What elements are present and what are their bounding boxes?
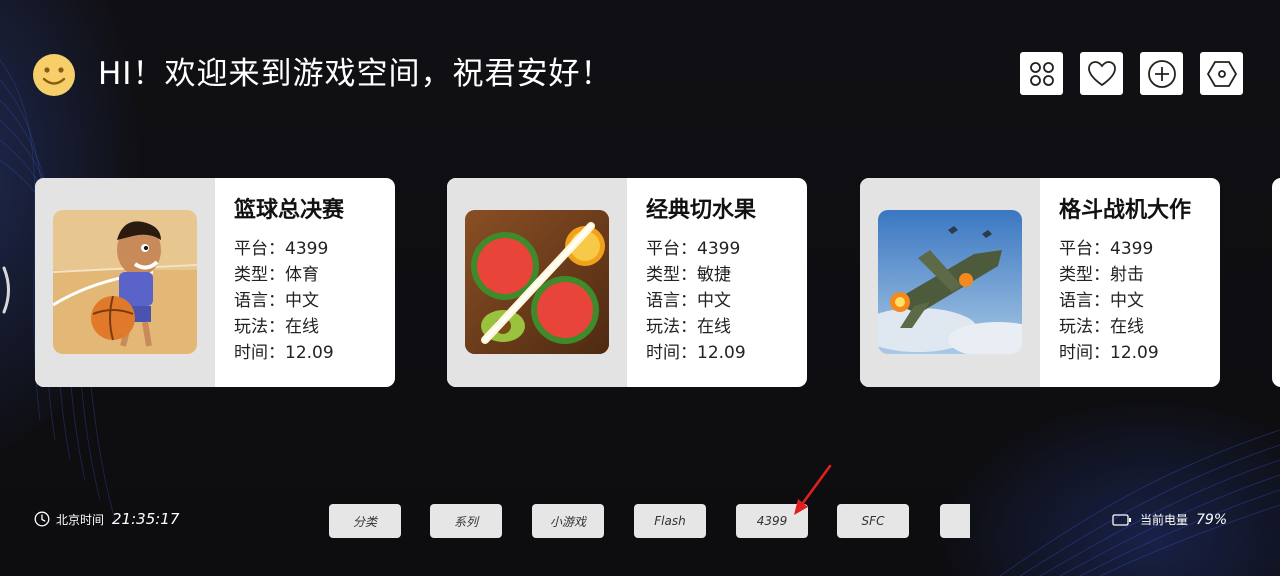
info-key: 玩法： [646, 317, 697, 337]
game-info-list: 平台：4399 类型：敏捷 语言：中文 玩法：在线 时间：12.09 [646, 236, 746, 366]
info-key: 时间： [1059, 343, 1110, 363]
info-row-mode: 玩法：在线 [646, 314, 746, 340]
chip-mini-games[interactable]: 小游戏 [532, 504, 604, 538]
thumbnail-pane [447, 178, 627, 387]
info-row-platform: 平台：4399 [1059, 236, 1159, 262]
info-value: 在线 [285, 317, 319, 337]
chip-category[interactable]: 分类 [329, 504, 401, 538]
info-key: 语言： [1059, 291, 1110, 311]
info-value: 敏捷 [697, 265, 731, 285]
chip-series[interactable]: 系列 [430, 504, 502, 538]
favorite-button[interactable] [1080, 52, 1123, 95]
info-row-language: 语言：中文 [234, 288, 334, 314]
info-row-platform: 平台：4399 [234, 236, 334, 262]
battery-status: 当前电量 79% [1112, 511, 1227, 528]
clock-icon [34, 511, 50, 527]
info-value: 12.09 [285, 343, 334, 363]
chip-flash[interactable]: Flash [634, 504, 706, 538]
clock: 北京时间 21:35:17 [34, 510, 179, 528]
info-value: 中文 [285, 291, 319, 311]
info-value: 在线 [697, 317, 731, 337]
info-row-type: 类型：射击 [1059, 262, 1159, 288]
info-key: 时间： [646, 343, 697, 363]
info-value: 4399 [1110, 239, 1154, 259]
info-row-type: 类型：敏捷 [646, 262, 746, 288]
category-chip-bar: 分类 系列 小游戏 Flash 4399 SFC [329, 504, 970, 540]
battery-icon [1112, 513, 1131, 526]
game-title: 经典切水果 [646, 198, 757, 223]
sliced-fruit-icon [465, 210, 609, 354]
info-key: 类型： [1059, 265, 1110, 285]
annotation-arrow-icon [794, 464, 832, 515]
greeting-text: HI！欢迎来到游戏空间，祝君安好！ [98, 56, 613, 92]
info-key: 平台： [1059, 239, 1110, 259]
thumbnail-pane [860, 178, 1040, 387]
game-card-next-peek[interactable] [1272, 178, 1280, 387]
info-value: 体育 [285, 265, 319, 285]
info-key: 平台： [646, 239, 697, 259]
info-value: 12.09 [1110, 343, 1159, 363]
settings-button[interactable] [1200, 52, 1243, 95]
game-info-list: 平台：4399 类型：射击 语言：中文 玩法：在线 时间：12.09 [1059, 236, 1159, 366]
info-row-platform: 平台：4399 [646, 236, 746, 262]
info-key: 类型： [646, 265, 697, 285]
clock-time: 21:35:17 [112, 510, 180, 528]
game-info-list: 平台：4399 类型：体育 语言：中文 玩法：在线 时间：12.09 [234, 236, 334, 366]
plus-circle-icon [1147, 59, 1176, 88]
info-row-type: 类型：体育 [234, 262, 334, 288]
info-value: 在线 [1110, 317, 1144, 337]
info-key: 平台： [234, 239, 285, 259]
info-row-mode: 玩法：在线 [234, 314, 334, 340]
info-value: 中文 [1110, 291, 1144, 311]
heart-icon [1087, 60, 1116, 86]
grid-button[interactable] [1020, 52, 1063, 95]
info-row-language: 语言：中文 [646, 288, 746, 314]
fighter-plane-icon [878, 210, 1022, 354]
add-button[interactable] [1140, 52, 1183, 95]
chip-partial[interactable] [940, 504, 970, 538]
game-card-fruit[interactable]: 经典切水果 平台：4399 类型：敏捷 语言：中文 玩法：在线 时间：12.09 [447, 178, 807, 387]
smiley-avatar-icon [33, 54, 75, 96]
chip-sfc[interactable]: SFC [837, 504, 909, 538]
game-card-fighter[interactable]: 格斗战机大作 平台：4399 类型：射击 语言：中文 玩法：在线 时间：12.0… [860, 178, 1220, 387]
info-row-date: 时间：12.09 [646, 340, 746, 366]
game-title: 格斗战机大作 [1059, 198, 1192, 223]
info-key: 时间： [234, 343, 285, 363]
thumbnail-pane [35, 178, 215, 387]
info-row-date: 时间：12.09 [234, 340, 334, 366]
previous-page-handle[interactable] [0, 262, 16, 318]
game-card-basketball[interactable]: 篮球总决赛 平台：4399 类型：体育 语言：中文 玩法：在线 时间：12.09 [35, 178, 395, 387]
info-key: 语言： [646, 291, 697, 311]
info-key: 语言： [234, 291, 285, 311]
clock-label: 北京时间 [56, 512, 105, 527]
battery-label: 当前电量 [1140, 513, 1189, 527]
basketball-player-icon [53, 210, 197, 354]
info-row-language: 语言：中文 [1059, 288, 1159, 314]
info-key: 玩法： [1059, 317, 1110, 337]
game-title: 篮球总决赛 [234, 198, 345, 223]
info-key: 玩法： [234, 317, 285, 337]
info-value: 中文 [697, 291, 731, 311]
info-row-mode: 玩法：在线 [1059, 314, 1159, 340]
info-value: 12.09 [697, 343, 746, 363]
info-row-date: 时间：12.09 [1059, 340, 1159, 366]
grid-icon [1029, 61, 1054, 86]
battery-value: 79% [1196, 511, 1228, 528]
hexagon-settings-icon [1206, 60, 1237, 87]
info-value: 射击 [1110, 265, 1144, 285]
info-key: 类型： [234, 265, 285, 285]
info-value: 4399 [285, 239, 329, 259]
info-value: 4399 [697, 239, 741, 259]
